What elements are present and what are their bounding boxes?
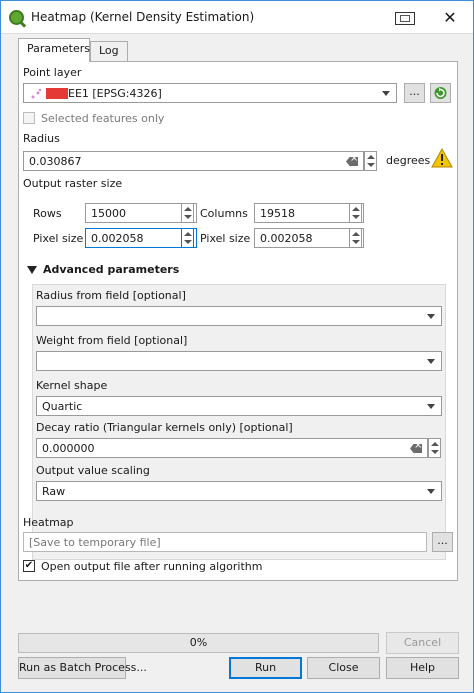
point-layer-value: EE1 [EPSG:4326] — [68, 87, 162, 100]
decay-clear-icon[interactable] — [410, 444, 422, 453]
pixel-size-y-value: 0.002058 — [260, 232, 313, 245]
weight-field-label: Weight from field [optional] — [36, 334, 188, 347]
columns-stepper[interactable] — [349, 203, 362, 223]
decay-ratio-stepper[interactable] — [428, 438, 441, 458]
point-layer-label: Point layer — [23, 66, 82, 79]
redaction-mark — [46, 88, 68, 99]
parameters-panel: Point layer EE1 [EPSG:4326] ... Selected… — [18, 61, 458, 581]
refresh-icon — [434, 87, 447, 99]
advanced-parameters-group: Radius from field [optional] Weight from… — [32, 284, 446, 560]
weight-field-combo[interactable] — [36, 351, 442, 371]
collapse-arrow-icon — [27, 266, 37, 274]
columns-input[interactable]: 19518 — [254, 203, 364, 223]
advanced-parameters-title: Advanced parameters — [43, 263, 180, 276]
cancel-button[interactable]: Cancel — [386, 632, 459, 654]
dialog-window: Heatmap (Kernel Density Estimation) ✕ Pa… — [0, 0, 474, 693]
point-layer-combo[interactable]: EE1 [EPSG:4326] — [23, 83, 397, 103]
rows-value: 15000 — [91, 207, 126, 220]
close-button[interactable]: Close — [307, 657, 380, 679]
rows-stepper[interactable] — [181, 203, 194, 223]
radius-unit: degrees — [386, 154, 431, 167]
radius-stepper[interactable] — [364, 151, 377, 171]
window-title: Heatmap (Kernel Density Estimation) — [31, 10, 255, 24]
refresh-button[interactable] — [430, 83, 451, 103]
heatmap-browse-button[interactable]: ... — [432, 532, 453, 552]
point-layer-icon — [31, 88, 42, 99]
columns-value: 19518 — [260, 207, 295, 220]
warning-icon — [431, 148, 453, 168]
radius-label: Radius — [23, 132, 60, 145]
decay-ratio-input[interactable]: 0.000000 — [36, 438, 428, 458]
kernel-shape-combo[interactable]: Quartic — [36, 396, 442, 416]
system-menu-icon[interactable] — [381, 1, 427, 34]
output-scaling-combo[interactable]: Raw — [36, 481, 442, 501]
radius-field-combo[interactable] — [36, 306, 442, 326]
pixel-size-y-input[interactable]: 0.002058 — [254, 228, 364, 248]
help-button[interactable]: Help — [386, 657, 459, 679]
progress-text: 0% — [189, 636, 208, 649]
open-output-checkbox[interactable]: ✔ — [23, 560, 35, 572]
open-output-label: Open output file after running algorithm — [41, 560, 263, 573]
run-batch-button[interactable]: Run as Batch Process... — [18, 657, 147, 679]
decay-ratio-label: Decay ratio (Triangular kernels only) [o… — [36, 421, 293, 434]
run-button[interactable]: Run — [229, 657, 302, 679]
pixel-size-y-label: Pixel size Y — [200, 232, 261, 245]
rows-label: Rows — [33, 207, 62, 220]
progress-bar: 0% — [18, 633, 379, 653]
raster-size-label: Output raster size — [23, 177, 123, 190]
qgis-logo-icon — [9, 10, 24, 25]
radius-input[interactable]: 0.030867 — [23, 151, 364, 171]
selected-features-label: Selected features only — [41, 112, 165, 125]
point-layer-browse-button[interactable]: ... — [404, 83, 425, 103]
tab-parameters[interactable]: Parameters — [18, 38, 90, 62]
pixel-size-y-stepper[interactable] — [349, 228, 362, 248]
kernel-shape-value: Quartic — [42, 400, 83, 413]
pixel-size-x-stepper[interactable] — [181, 228, 194, 248]
pixel-size-x-value: 0.002058 — [91, 232, 144, 245]
title-bar: Heatmap (Kernel Density Estimation) ✕ — [1, 1, 473, 34]
output-scaling-label: Output value scaling — [36, 464, 150, 477]
close-icon[interactable]: ✕ — [427, 1, 473, 34]
heatmap-output-placeholder: [Save to temporary file] — [29, 536, 161, 549]
columns-label: Columns — [200, 207, 248, 220]
kernel-shape-label: Kernel shape — [36, 379, 108, 392]
tab-log[interactable]: Log — [90, 41, 128, 61]
heatmap-output-input[interactable]: [Save to temporary file] — [23, 532, 427, 552]
decay-ratio-value: 0.000000 — [42, 442, 95, 455]
selected-features-checkbox[interactable] — [23, 112, 35, 124]
clear-icon[interactable] — [346, 157, 358, 166]
radius-value: 0.030867 — [29, 155, 82, 168]
advanced-parameters-toggle[interactable]: Advanced parameters — [27, 263, 227, 279]
heatmap-label: Heatmap — [23, 516, 74, 529]
output-scaling-value: Raw — [42, 485, 66, 498]
radius-field-label: Radius from field [optional] — [36, 289, 186, 302]
